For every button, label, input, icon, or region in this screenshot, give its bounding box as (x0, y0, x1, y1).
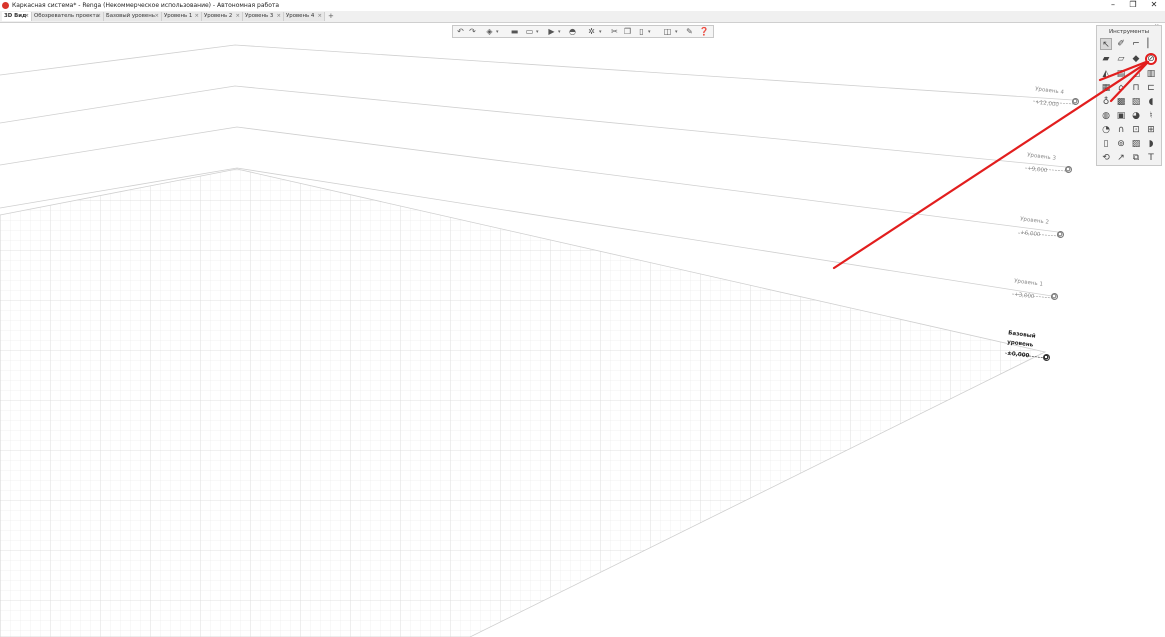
tag-tool-icon[interactable]: ▨ (1130, 138, 1142, 150)
save-dropdown-icon[interactable]: ▾ (536, 28, 539, 36)
dimension-tool-icon[interactable]: ⊞ (1145, 124, 1157, 136)
save-icon[interactable]: ▭ (525, 27, 534, 36)
fixture-tool-icon[interactable]: ◖ (1145, 96, 1157, 108)
line-tool-icon[interactable]: ∩ (1115, 124, 1127, 136)
rotate-tool-icon[interactable]: ⟲ (1100, 152, 1112, 164)
view-tabs: 3D Вид × Обозреватель проекта × Базовый ур… (0, 11, 1165, 23)
close-button[interactable]: ✕ (1145, 0, 1163, 11)
drawing-tool-icon[interactable]: ✐ (1115, 38, 1127, 50)
reinforcement-tool-icon[interactable]: ◔ (1100, 124, 1112, 136)
settings-dropdown-icon[interactable]: ▾ (599, 28, 602, 36)
fence-tool-icon[interactable]: ♮ (1145, 110, 1157, 122)
tools-palette: Инструменты ↖ ✐ ⌐ ▏ ▰ ▱ ◆ ⊘ ◭ ▤ ◿ ▥ ▦ ⌂ … (1096, 25, 1162, 166)
view-dropdown-icon[interactable]: ▾ (496, 28, 499, 36)
renga-logo-icon (2, 2, 9, 9)
level-3-outline (0, 85, 1067, 168)
settings-icon[interactable]: ✲ (587, 27, 596, 36)
tab-close-icon[interactable]: × (317, 12, 322, 21)
ramp-tool-icon[interactable]: ◿ (1130, 68, 1142, 80)
beam-tool-icon[interactable]: ▰ (1100, 53, 1112, 65)
title-bar: Каркасная система* - Renga (Некоммерческ… (0, 0, 1165, 11)
tab-label: Уровень 3 (245, 13, 274, 19)
roof-tool-icon[interactable]: ◭ (1100, 68, 1112, 80)
base-level-grid-plane (0, 168, 1047, 637)
cylinder-tool-icon[interactable]: ◗ (1145, 138, 1157, 150)
tab-base-level[interactable]: Базовый уровень × (104, 12, 162, 21)
help-icon[interactable]: ❓ (699, 27, 709, 36)
stair-tool-icon[interactable]: ▤ (1115, 68, 1127, 80)
axis-tool-icon[interactable]: ▯ (1100, 138, 1112, 150)
paste-icon[interactable]: ▯ (637, 27, 646, 36)
tab-label: 3D Вид (4, 13, 27, 19)
tab-close-icon[interactable]: × (24, 12, 29, 21)
window-tool-icon[interactable]: ⊓ (1130, 82, 1142, 94)
window-title: Каркасная система* - Renga (Некоммерческ… (12, 2, 280, 9)
level-marker-icon[interactable] (1051, 293, 1058, 300)
tab-label: Обозреватель проекта (34, 13, 100, 19)
level-4-outline (0, 44, 1074, 101)
layers-icon[interactable]: ◫ (663, 27, 672, 36)
tab-close-icon[interactable]: × (194, 12, 199, 21)
tab-close-icon[interactable]: × (154, 12, 159, 21)
export-icon[interactable]: ▶ (547, 27, 556, 36)
3d-viewport[interactable] (0, 0, 1165, 637)
leader-tool-icon[interactable]: ↗ (1115, 152, 1127, 164)
select-tool-icon[interactable]: ↖ (1100, 38, 1112, 50)
add-tab-button[interactable]: + (328, 12, 334, 21)
section-tool-icon[interactable]: ⊚ (1115, 138, 1127, 150)
hatch-tool-icon[interactable]: ⊡ (1130, 124, 1142, 136)
tab-label: Уровень 1 (164, 13, 193, 19)
brace-tool-icon[interactable]: ▱ (1115, 53, 1127, 65)
railing-tool-icon[interactable]: ▥ (1145, 68, 1157, 80)
level-marker-icon[interactable] (1043, 354, 1050, 361)
pipe-tool-icon[interactable]: ▩ (1115, 96, 1127, 108)
tab-label: Базовый уровень (106, 13, 155, 19)
wrench-icon[interactable]: ✎ (685, 27, 694, 36)
tab-close-icon[interactable]: × (96, 12, 101, 21)
print-icon[interactable]: ◓ (568, 27, 577, 36)
tab-level-3[interactable]: Уровень 3 × (243, 12, 284, 21)
floor-tool-icon[interactable]: ◍ (1100, 110, 1112, 122)
text-tool-icon[interactable]: T (1145, 152, 1157, 164)
slab-tool-icon[interactable]: ▣ (1115, 110, 1127, 122)
folder-icon[interactable]: ▬ (510, 27, 519, 36)
tab-close-icon[interactable]: × (235, 12, 240, 21)
maximize-button[interactable]: ❐ (1124, 0, 1142, 11)
copy-icon[interactable]: ❐ (623, 27, 632, 36)
opening-tool-icon[interactable]: ▦ (1100, 82, 1112, 94)
tab-level-2[interactable]: Уровень 2 × (202, 12, 243, 21)
paste-dropdown-icon[interactable]: ▾ (648, 28, 651, 36)
view-tool-icon[interactable]: ⧉ (1130, 152, 1142, 164)
level-marker-icon[interactable] (1057, 231, 1064, 238)
tab-label: Уровень 4 (286, 13, 315, 19)
equipment-tool-icon[interactable]: ♁ (1100, 96, 1112, 108)
tab-label: Уровень 2 (204, 13, 233, 19)
export-dropdown-icon[interactable]: ▾ (558, 28, 561, 36)
undo-icon[interactable]: ↶ (456, 27, 465, 36)
tab-project-browser[interactable]: Обозреватель проекта × (32, 12, 104, 21)
level-marker-icon[interactable] (1072, 98, 1079, 105)
cut-icon[interactable]: ✂ (610, 27, 619, 36)
tab-level-1[interactable]: Уровень 1 × (162, 12, 202, 21)
level-tool-icon[interactable]: ⊘ (1145, 53, 1157, 65)
column-tool-icon[interactable]: ▏ (1145, 38, 1157, 50)
wall-tool-icon[interactable]: ⌐ (1130, 38, 1142, 50)
tab-3d-view[interactable]: 3D Вид × (2, 12, 32, 21)
tab-level-4[interactable]: Уровень 4 × (284, 12, 325, 21)
door-tool-icon[interactable]: ⌂ (1115, 82, 1127, 94)
redo-icon[interactable]: ↷ (468, 27, 477, 36)
tab-close-icon[interactable]: × (276, 12, 281, 21)
foundation-tool-icon[interactable]: ◕ (1130, 110, 1142, 122)
plate-tool-icon[interactable]: ◆ (1130, 53, 1142, 65)
minimize-button[interactable]: – (1104, 0, 1122, 11)
duct-tool-icon[interactable]: ▧ (1130, 96, 1142, 108)
layers-dropdown-icon[interactable]: ▾ (675, 28, 678, 36)
room-tool-icon[interactable]: ⊏ (1145, 82, 1157, 94)
main-toolbar: ↶ ↷ ◈ ▾ ▬ ▭ ▾ ▶ ▾ ◓ ✲ ▾ ✂ ❐ ▯ ▾ ◫ ▾ ✎ ❓ (452, 25, 714, 38)
palette-title: Инструменты (1108, 29, 1150, 35)
level-marker-icon[interactable] (1065, 166, 1072, 173)
view-cube-icon[interactable]: ◈ (485, 27, 494, 36)
